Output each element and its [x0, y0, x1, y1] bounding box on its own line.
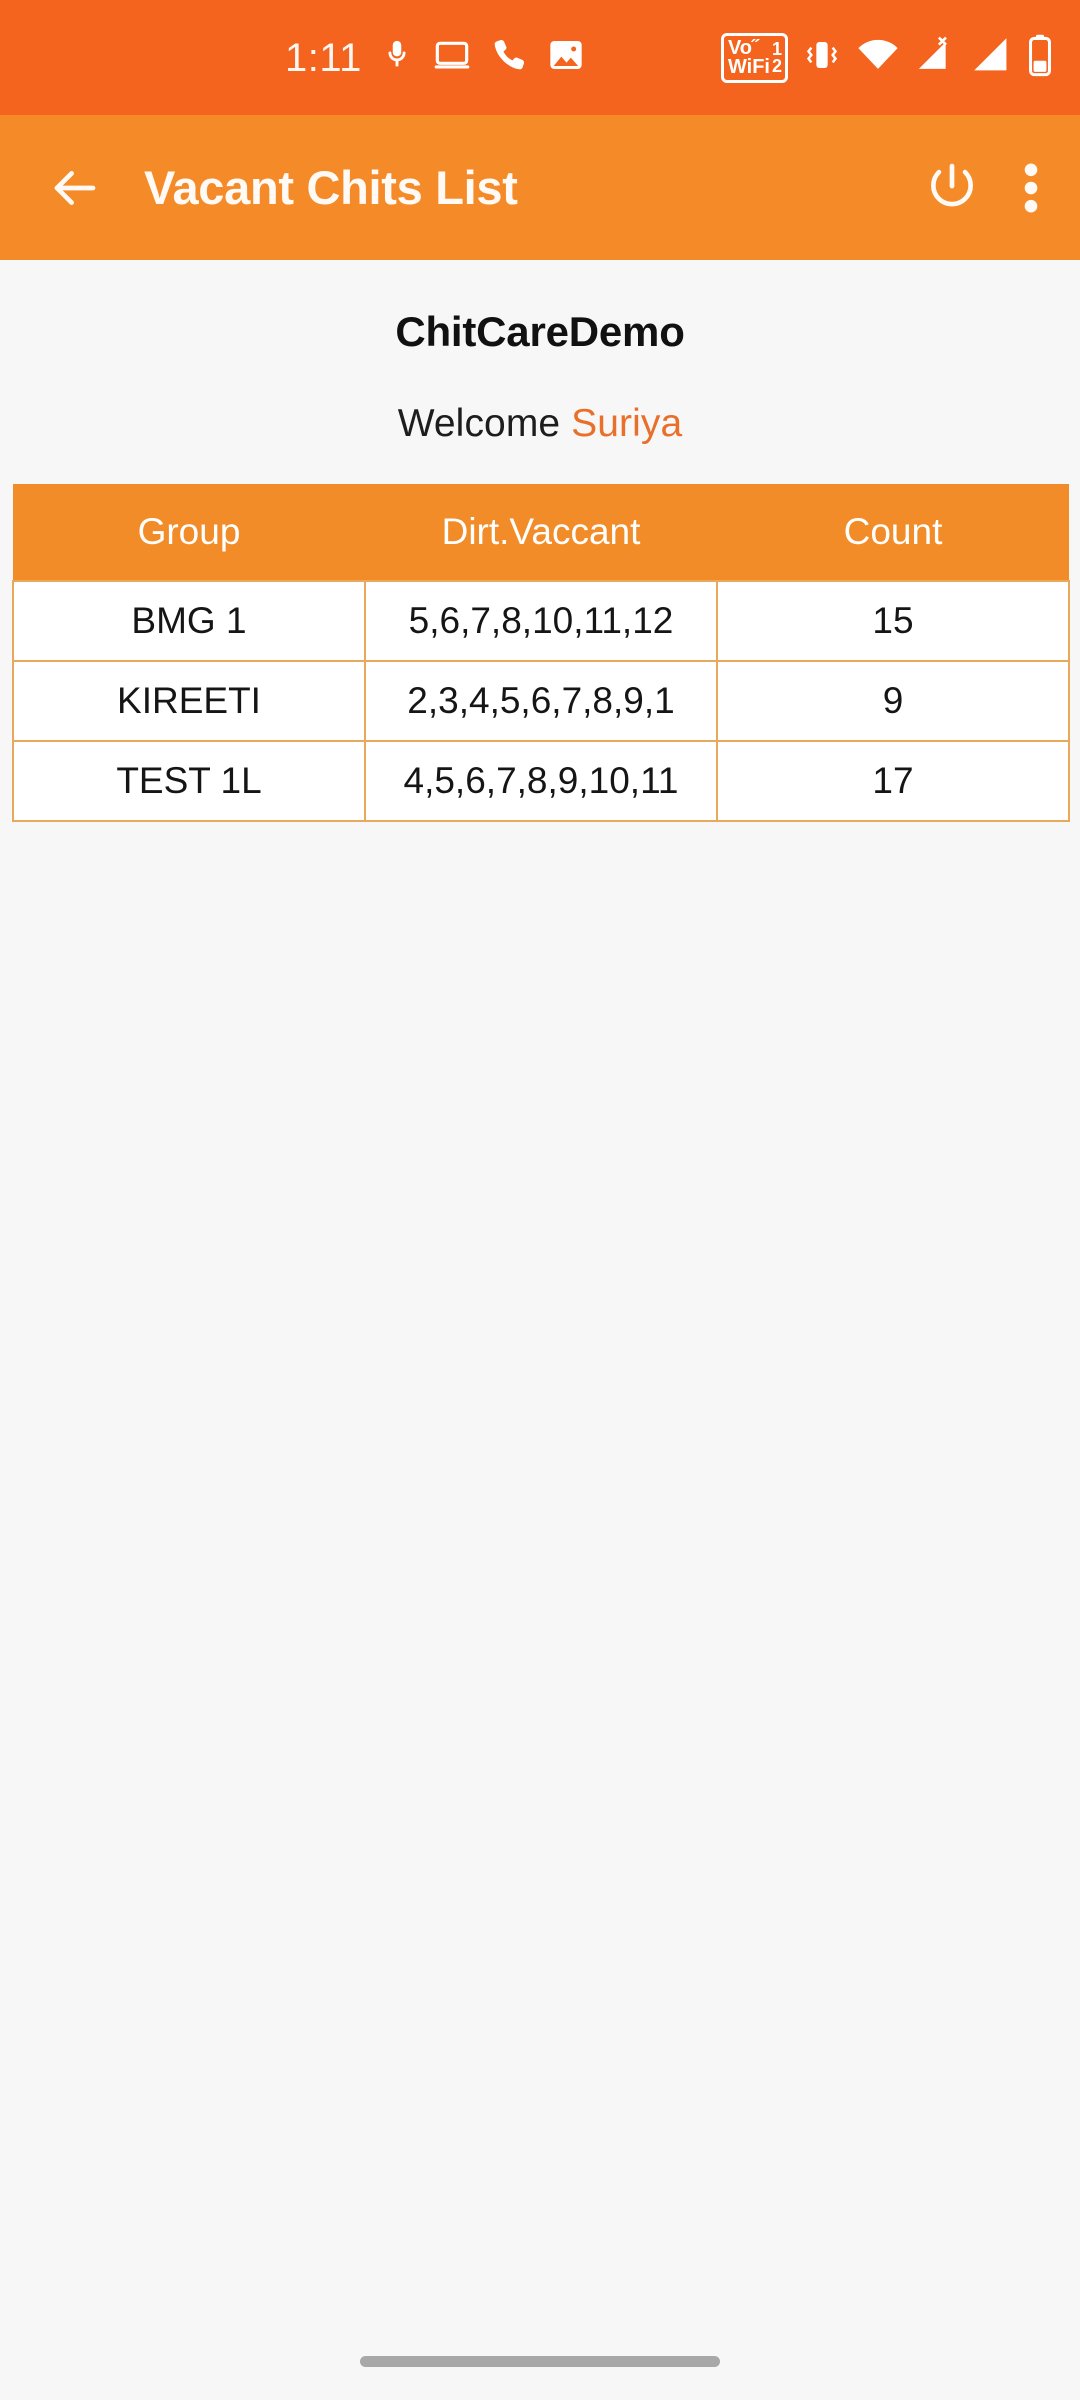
table-row[interactable]: TEST 1L 4,5,6,7,8,9,10,11 17 [12, 740, 1070, 822]
table-row[interactable]: KIREETI 2,3,4,5,6,7,8,9,1 9 [12, 660, 1070, 742]
power-icon[interactable] [924, 160, 980, 216]
cell-count: 9 [716, 660, 1070, 742]
image-icon [546, 35, 586, 80]
column-header-group[interactable]: Group [13, 484, 365, 581]
status-bar-left: 1:11 [285, 35, 586, 80]
cell-dirt-vaccant: 5,6,7,8,10,11,12 [364, 580, 718, 662]
laptop-icon [432, 35, 472, 80]
signal-bars-icon [970, 34, 1012, 81]
cell-group: BMG 1 [12, 580, 366, 662]
more-vertical-icon[interactable] [1020, 160, 1042, 216]
table-body: BMG 1 5,6,7,8,10,11,12 15 KIREETI 2,3,4,… [12, 580, 1070, 822]
table-head: Group Dirt.Vaccant Count [13, 484, 1069, 581]
main-content: ChitCareDemo Welcome Suriya Group Dirt.V… [0, 260, 1080, 2304]
welcome-prefix: Welcome [397, 402, 561, 445]
status-bar: 1:11 Vo˝ WiFi 1 2 [0, 0, 1080, 115]
cell-group: KIREETI [12, 660, 366, 742]
page-title: Vacant Chits List [144, 161, 518, 214]
home-gesture-handle[interactable] [360, 2355, 720, 2367]
vowifi-line-2: WiFi [727, 55, 770, 78]
cell-dirt-vaccant: 4,5,6,7,8,9,10,11 [364, 740, 718, 822]
vowifi-line-1: Vo˝ [727, 37, 759, 60]
wifi-icon [856, 35, 900, 80]
system-nav-bar [0, 2304, 1080, 2400]
app-root: 1:11 Vo˝ WiFi 1 2 Vacant Chits List Chit… [0, 0, 1080, 2400]
microphone-icon [380, 35, 414, 80]
vowifi-icon: Vo˝ WiFi 1 2 [720, 32, 788, 83]
table-row[interactable]: BMG 1 5,6,7,8,10,11,12 15 [12, 580, 1070, 662]
cell-count: 15 [716, 580, 1070, 662]
brand-title: ChitCareDemo [395, 308, 685, 355]
welcome-message: Welcome Suriya [398, 402, 683, 446]
arrow-left-icon[interactable] [48, 161, 102, 215]
phone-icon [490, 35, 528, 80]
column-header-count[interactable]: Count [717, 484, 1069, 581]
app-bar-actions [924, 160, 1042, 216]
cell-dirt-vaccant: 2,3,4,5,6,7,8,9,1 [364, 660, 718, 742]
status-bar-right: Vo˝ WiFi 1 2 [720, 32, 1054, 83]
table-header-row: Group Dirt.Vaccant Count [13, 484, 1069, 581]
vibrate-icon [802, 34, 842, 81]
vacant-chits-table-wrapper: Group Dirt.Vaccant Count BMG 1 5,6,7,8,1… [12, 484, 1070, 822]
vacant-chits-table: Group Dirt.Vaccant Count BMG 1 5,6,7,8,1… [12, 484, 1070, 822]
welcome-username: Suriya [571, 402, 683, 445]
vowifi-sim-2: 2 [771, 55, 782, 76]
app-bar: Vacant Chits List [0, 115, 1080, 260]
signal-no-service-icon [914, 34, 956, 81]
cell-group: TEST 1L [12, 740, 366, 822]
status-clock: 1:11 [285, 35, 362, 80]
column-header-dirt-vaccant[interactable]: Dirt.Vaccant [365, 484, 717, 581]
battery-icon [1026, 33, 1054, 82]
cell-count: 17 [716, 740, 1070, 822]
